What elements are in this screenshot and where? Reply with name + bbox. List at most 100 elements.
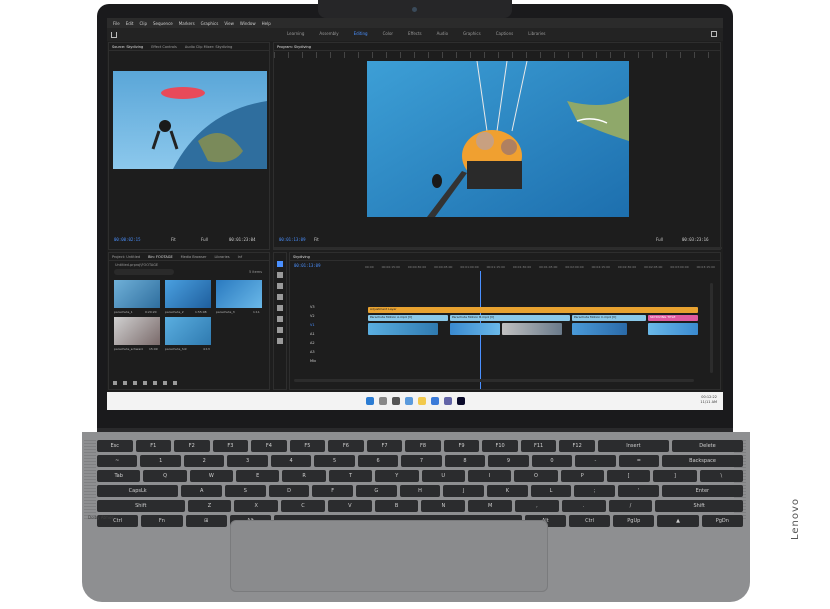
key[interactable]: Enter	[661, 485, 744, 497]
workspace-color[interactable]: Color	[383, 31, 393, 36]
clip-v1-3[interactable]	[502, 323, 562, 335]
type-tool-icon[interactable]	[277, 338, 283, 344]
key[interactable]: N	[421, 500, 466, 512]
key[interactable]: X	[234, 500, 279, 512]
workspace-learning[interactable]: Learning	[287, 31, 304, 36]
tab-source[interactable]: Source: Skydiving	[112, 45, 143, 49]
track-v2[interactable]: V2	[310, 314, 316, 318]
widgets-icon[interactable]	[404, 397, 413, 405]
key[interactable]: 2	[183, 455, 225, 467]
key[interactable]: '	[618, 485, 659, 497]
key[interactable]: J	[443, 485, 485, 497]
icon-view-icon[interactable]	[133, 381, 137, 385]
tab-info[interactable]: Inf	[238, 255, 242, 259]
key[interactable]: 7	[401, 455, 442, 467]
key[interactable]: \	[699, 470, 744, 482]
workspace-effects[interactable]: Effects	[408, 31, 422, 36]
trash-icon[interactable]	[173, 381, 177, 385]
slip-tool-icon[interactable]	[277, 305, 283, 311]
clip-v1-2[interactable]	[450, 323, 500, 335]
tab-program[interactable]: Program: Skydiving	[277, 45, 311, 49]
thumb-parachute-schwarz[interactable]	[114, 317, 160, 345]
clip-v1-4[interactable]	[572, 323, 627, 335]
tab-sequence-skydiving[interactable]: Skydiving	[293, 255, 310, 259]
key[interactable]: Shift	[97, 500, 185, 512]
project-search-input[interactable]	[114, 269, 174, 275]
menu-window[interactable]: Window	[240, 21, 256, 26]
thumb-parachute-3[interactable]	[216, 280, 262, 308]
source-timecode[interactable]: 00:00:02:15	[114, 237, 141, 242]
zoom-slider-icon[interactable]	[143, 381, 147, 385]
track-select-tool-icon[interactable]	[277, 272, 283, 278]
clip-title[interactable]: SKYDIVING TITLE	[648, 315, 698, 321]
workspace-libraries[interactable]: Libraries	[528, 31, 545, 36]
key[interactable]: Tab	[97, 470, 141, 482]
new-item-icon[interactable]	[163, 381, 167, 385]
key[interactable]: F4	[251, 440, 287, 452]
premiere-pro-icon[interactable]	[456, 397, 465, 405]
key[interactable]: G	[356, 485, 397, 497]
key[interactable]: W	[189, 470, 234, 482]
key[interactable]: ,	[515, 500, 559, 512]
key[interactable]: F5	[289, 440, 326, 452]
key[interactable]: -	[575, 455, 616, 467]
menu-view[interactable]: View	[224, 21, 234, 26]
timeline-timecode[interactable]: 00:01:13:09	[294, 263, 321, 268]
key[interactable]: PgUp	[613, 515, 655, 527]
program-fit-select[interactable]: Fit	[314, 237, 319, 242]
track-a3[interactable]: A3	[310, 350, 316, 354]
key[interactable]: F2	[174, 440, 210, 452]
workspace-editing[interactable]: Editing	[354, 31, 368, 36]
home-icon[interactable]	[111, 31, 117, 38]
list-view-icon[interactable]	[123, 381, 127, 385]
key[interactable]: F	[312, 485, 354, 497]
key[interactable]: M	[468, 500, 513, 512]
menu-graphics[interactable]: Graphics	[201, 21, 219, 26]
key[interactable]: I	[467, 470, 512, 482]
key[interactable]: Y	[375, 470, 419, 482]
key[interactable]: Insert	[597, 440, 669, 452]
new-bin-icon[interactable]	[153, 381, 157, 385]
tab-media-browser[interactable]: Media Browser	[181, 255, 207, 259]
workspace-audio[interactable]: Audio	[437, 31, 448, 36]
key[interactable]: =	[618, 455, 660, 467]
tab-effect-controls[interactable]: Effect Controls	[151, 45, 177, 49]
track-a2[interactable]: A2	[310, 341, 316, 345]
key[interactable]: Ctrl	[568, 515, 611, 527]
thumb-parachute-hdr[interactable]	[165, 317, 211, 345]
track-mix[interactable]: Mix	[310, 359, 316, 363]
key[interactable]: .	[561, 500, 606, 512]
key[interactable]: Esc	[97, 440, 133, 452]
share-icon[interactable]	[711, 31, 717, 37]
key[interactable]: F9	[443, 440, 480, 452]
key[interactable]: ▲	[657, 515, 699, 527]
menu-edit[interactable]: Edit	[126, 21, 134, 26]
key[interactable]: F1	[135, 440, 172, 452]
clip-v2-c[interactable]: Parachute Motion C.mp4 [V]	[572, 315, 646, 321]
clip-adjustment-layer[interactable]: Adjustment Layer	[368, 307, 698, 313]
key[interactable]: U	[421, 470, 465, 482]
key[interactable]: Shift	[655, 500, 743, 512]
source-resolution-select[interactable]: Full	[201, 237, 208, 242]
key[interactable]: A	[181, 485, 222, 497]
tab-project[interactable]: Project: Untitled	[112, 255, 140, 259]
clip-v2-b[interactable]: Parachute Motion B.mp4 [V]	[450, 315, 570, 321]
key[interactable]: 6	[357, 455, 399, 467]
key[interactable]: [	[606, 470, 651, 482]
key[interactable]: 0	[531, 455, 573, 467]
key[interactable]: D	[268, 485, 310, 497]
clip-v1-5[interactable]	[648, 323, 698, 335]
key[interactable]: V	[327, 500, 372, 512]
pen-tool-icon[interactable]	[277, 316, 283, 322]
write-icon[interactable]	[113, 381, 117, 385]
clip-v2-a[interactable]: Parachute Motion A.mp4 [V]	[368, 315, 448, 321]
key[interactable]: K	[487, 485, 528, 497]
key[interactable]: F6	[328, 440, 364, 452]
key[interactable]: Fn	[141, 515, 183, 527]
workspace-graphics[interactable]: Graphics	[463, 31, 481, 36]
task-view-icon[interactable]	[391, 397, 400, 405]
key[interactable]: F10	[482, 440, 518, 452]
workspace-assembly[interactable]: Assembly	[319, 31, 338, 36]
key[interactable]: 8	[444, 455, 486, 467]
system-tray[interactable]: 00:12:22 11/11 AM	[700, 395, 717, 405]
